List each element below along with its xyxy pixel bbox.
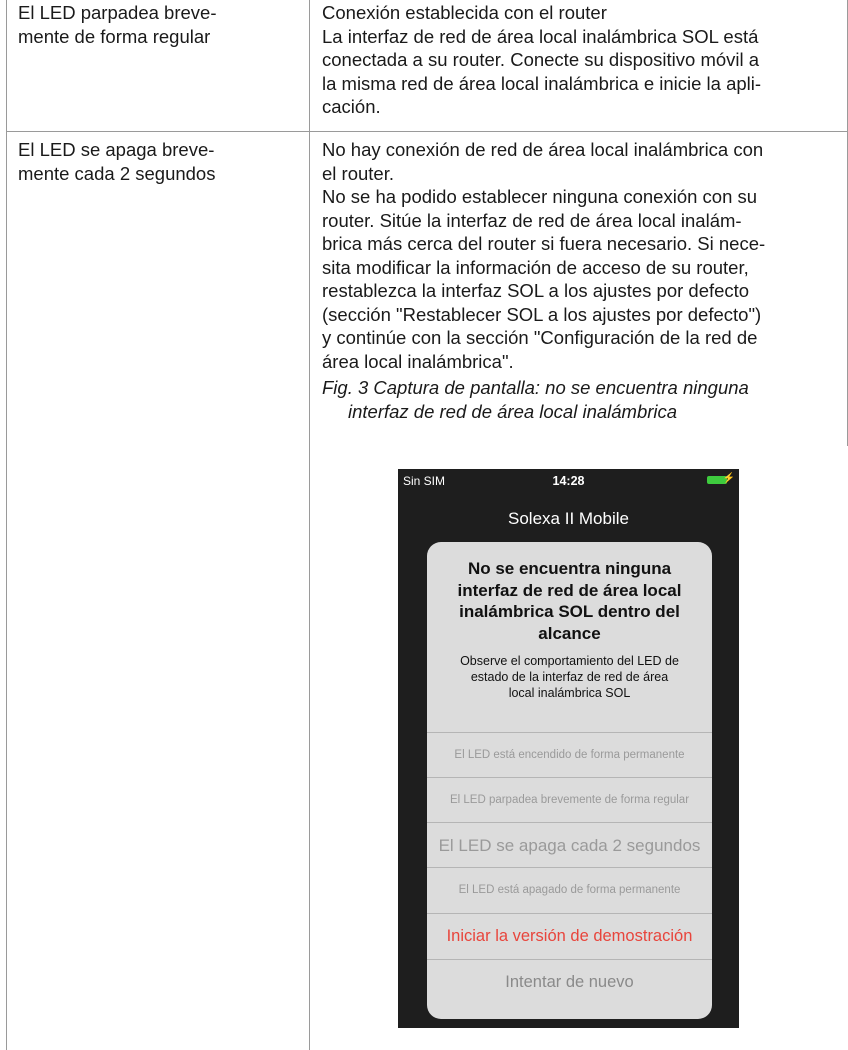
row2-meaning-line-5: brica más cerca del router si fuera nece… bbox=[322, 233, 766, 254]
row2-meaning: No hay conexión de red de área local ina… bbox=[322, 138, 765, 373]
caption-line-2: interfaz de red de área local inalámbric… bbox=[348, 400, 678, 422]
status-bar: Sin SIM 14:28 ⚡ bbox=[398, 469, 739, 491]
alert-title: No se encuentra ninguna interfaz de red … bbox=[427, 558, 712, 644]
row2-state-line-2: mente cada 2 segundos bbox=[18, 162, 216, 184]
row1-meaning-line-5: cación. bbox=[322, 96, 381, 117]
alert-message-line-2: estado de la interfaz de red de área bbox=[470, 670, 669, 684]
alert-message-line-3: local inalámbrica SOL bbox=[508, 686, 631, 700]
row2-meaning-line-9: y continúe con la sección "Configuración… bbox=[322, 327, 758, 348]
row1-meaning: Conexión establecida con el router La in… bbox=[322, 1, 761, 119]
retry-button[interactable]: Intentar de nuevo bbox=[427, 959, 712, 1005]
start-demo-button[interactable]: Iniciar la versión de demostración bbox=[427, 913, 712, 959]
app-title: Solexa II Mobile bbox=[508, 509, 629, 528]
row1-meaning-line-1: Conexión establecida con el router bbox=[322, 2, 607, 23]
led-off-every-2s-button[interactable]: El LED se apaga cada 2 segundos bbox=[427, 822, 712, 868]
row1-led-state: El LED parpadea breve- mente de forma re… bbox=[18, 1, 216, 48]
row2-meaning-line-8: (sección "Restablecer SOL a los ajustes … bbox=[322, 303, 762, 325]
figure-caption: Fig. 3 Captura de pantalla: no se encuen… bbox=[322, 376, 749, 423]
alert-title-line-2: interfaz de red de área local bbox=[457, 580, 682, 600]
status-time: 14:28 bbox=[552, 474, 585, 488]
row2-meaning-line-4: router. Sitúe la interfaz de red de área… bbox=[322, 209, 742, 231]
row2-meaning-line-3: No se ha podido establecer ninguna conex… bbox=[322, 186, 758, 207]
row2-meaning-line-1: No hay conexión de red de área local ina… bbox=[322, 139, 764, 160]
led-permanent-off-button[interactable]: El LED está apagado de forma permanente bbox=[427, 867, 712, 913]
alert-title-line-4: alcance bbox=[538, 623, 601, 643]
table-column-divider bbox=[309, 0, 310, 1050]
row1-state-line-1: El LED parpadea breve- bbox=[18, 2, 217, 23]
row2-meaning-line-10: área local inalámbrica". bbox=[322, 350, 514, 372]
alert-message: Observe el comportamiento del LED de est… bbox=[427, 653, 712, 701]
alert-header: No se encuentra ninguna interfaz de red … bbox=[427, 542, 712, 702]
led-permanent-on-button[interactable]: El LED está encendido de forma permanent… bbox=[427, 732, 712, 778]
led-blinks-regularly-button[interactable]: El LED parpadea brevemente de forma regu… bbox=[427, 777, 712, 823]
charging-bolt-icon: ⚡ bbox=[722, 473, 735, 484]
row1-meaning-line-3: conectada a su router. Conecte su dispos… bbox=[322, 49, 760, 70]
row-divider bbox=[6, 131, 848, 132]
row1-meaning-line-2: La interfaz de red de área local inalámb… bbox=[322, 25, 759, 47]
table-left-border bbox=[6, 0, 7, 1050]
row2-state-line-1: El LED se apaga breve- bbox=[18, 139, 215, 160]
row1-state-line-2: mente de forma regular bbox=[18, 25, 211, 47]
phone-screenshot: Sin SIM 14:28 ⚡ Solexa II Mobile No se e… bbox=[398, 469, 739, 1028]
row2-meaning-line-2: el router. bbox=[322, 162, 394, 184]
row2-led-state: El LED se apaga breve- mente cada 2 segu… bbox=[18, 138, 215, 185]
alert-message-line-1: Observe el comportamiento del LED de bbox=[460, 654, 679, 668]
alert-title-line-3: inalámbrica SOL dentro del bbox=[459, 602, 680, 621]
row2-meaning-line-6: sita modificar la información de acceso … bbox=[322, 256, 749, 278]
caption-line-1: Fig. 3 Captura de pantalla: no se encuen… bbox=[322, 377, 749, 398]
row1-meaning-line-4: la misma red de área local inalámbrica e… bbox=[322, 72, 762, 94]
alert-dialog: No se encuentra ninguna interfaz de red … bbox=[427, 542, 712, 1019]
row2-meaning-line-7: restablezca la interfaz SOL a los ajuste… bbox=[322, 280, 750, 301]
alert-title-line-1: No se encuentra ninguna bbox=[467, 559, 672, 578]
